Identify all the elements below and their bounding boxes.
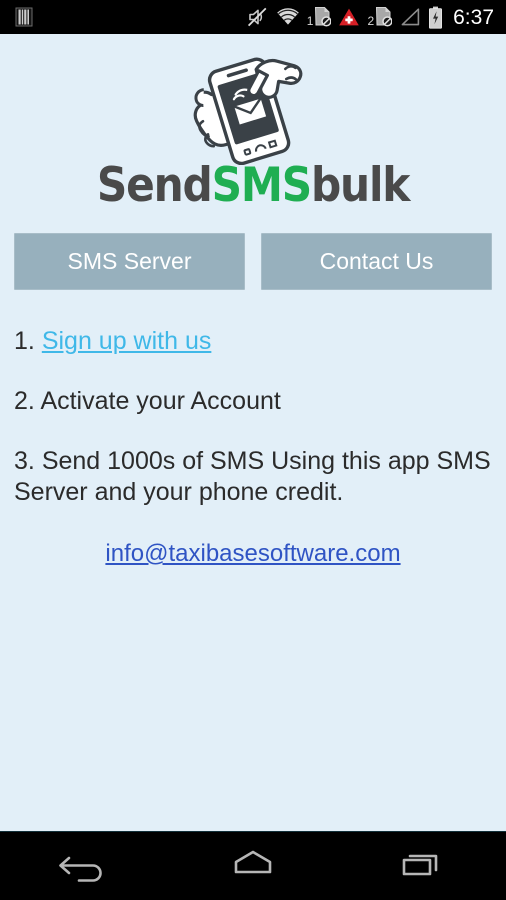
primary-button-row: SMS Server Contact Us xyxy=(0,233,506,290)
step-1: 1. Sign up with us xyxy=(14,326,492,357)
logo-word-bulk: bulk xyxy=(310,158,410,213)
logo-wordmark: SendSMSbulk xyxy=(96,158,411,213)
alert-triangle-icon xyxy=(338,7,360,27)
sim1-no-service-icon: 1 xyxy=(307,6,332,28)
wifi-icon xyxy=(276,7,300,27)
status-bar-right-icons: 1 2 6:37 xyxy=(247,6,494,29)
sim2-no-service-icon: 2 xyxy=(367,6,393,28)
logo-word-send: Send xyxy=(96,158,213,213)
step-3: 3. Send 1000s of SMS Using this app SMS … xyxy=(14,446,492,508)
step-3-number: 3. xyxy=(14,447,35,475)
step-3-text: Send 1000s of SMS Using this app SMS Ser… xyxy=(14,447,491,506)
contact-us-button[interactable]: Contact Us xyxy=(261,233,492,290)
sim1-number: 1 xyxy=(306,14,314,28)
step-2-number: 2. xyxy=(14,387,35,415)
sim2-number: 2 xyxy=(367,14,375,28)
sign-up-link[interactable]: Sign up with us xyxy=(42,327,212,355)
phone-screen: 1 2 6:37 SendSMSbulk SMS Server Contact … xyxy=(0,0,506,900)
recents-icon xyxy=(395,846,449,887)
status-bar: 1 2 6:37 xyxy=(0,0,506,34)
contact-email-row: info@taxibasesoftware.com xyxy=(14,540,492,568)
signal-empty-icon xyxy=(399,7,421,27)
nav-back-button[interactable] xyxy=(29,832,139,900)
android-navigation-bar xyxy=(0,831,506,900)
back-icon xyxy=(57,846,111,887)
nav-recents-button[interactable] xyxy=(367,832,477,900)
status-bar-left-icons xyxy=(14,6,34,28)
battery-charging-icon xyxy=(428,6,443,29)
nav-home-button[interactable] xyxy=(198,832,308,900)
app-logo: SendSMSbulk xyxy=(0,34,506,211)
step-1-number: 1. xyxy=(14,327,35,355)
home-icon xyxy=(226,846,280,887)
volume-mute-icon xyxy=(247,6,269,28)
app-content: SendSMSbulk SMS Server Contact Us 1. Sig… xyxy=(0,34,506,831)
barcode-icon xyxy=(14,6,34,28)
step-2-text: Activate your Account xyxy=(40,387,281,415)
contact-email-link[interactable]: info@taxibasesoftware.com xyxy=(105,540,400,567)
hand-holding-phone-envelope-icon xyxy=(171,50,335,165)
instructions-list: 1. Sign up with us 2. Activate your Acco… xyxy=(0,326,506,568)
step-2: 2. Activate your Account xyxy=(14,386,492,417)
logo-word-sms: SMS xyxy=(211,158,313,213)
sms-server-button[interactable]: SMS Server xyxy=(14,233,245,290)
status-bar-clock: 6:37 xyxy=(453,5,494,29)
